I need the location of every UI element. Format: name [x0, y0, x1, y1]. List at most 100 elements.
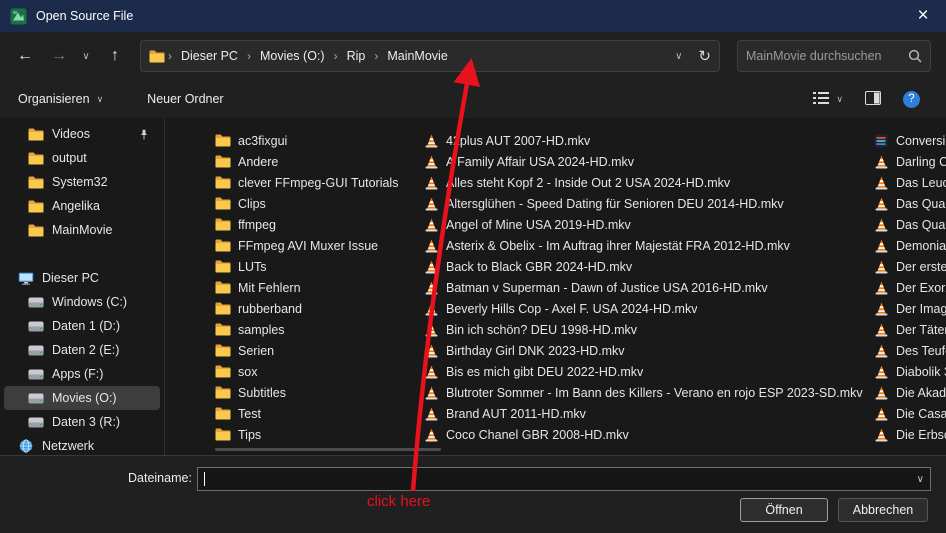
- sidebar-item-dieser-pc[interactable]: Dieser PC: [4, 266, 160, 290]
- file-item[interactable]: Birthday Girl DNK 2023-HD.mkv: [423, 340, 871, 361]
- help-button[interactable]: ?: [903, 90, 920, 108]
- sidebar-item-videos[interactable]: Videos: [4, 122, 160, 146]
- folder-icon: [28, 224, 44, 237]
- file-label: Blutroter Sommer - Im Bann des Killers -…: [446, 385, 863, 400]
- folder-item[interactable]: ac3fixgui: [215, 130, 420, 151]
- breadcrumb-segment-movies-o[interactable]: Movies (O:): [252, 49, 333, 63]
- folder-icon: [215, 302, 231, 315]
- preview-pane-button[interactable]: [865, 90, 881, 108]
- folder-item[interactable]: Subtitles: [215, 382, 420, 403]
- folder-item[interactable]: Serien: [215, 340, 420, 361]
- file-item[interactable]: Back to Black GBR 2024-HD.mkv: [423, 256, 871, 277]
- sidebar-item-windows-c[interactable]: Windows (C:): [4, 290, 160, 314]
- file-item[interactable]: Asterix & Obelix - Im Auftrag ihrer Maje…: [423, 235, 871, 256]
- file-label: Bin ich schön? DEU 1998-HD.mkv: [446, 322, 638, 337]
- folder-icon: [149, 50, 165, 63]
- sidebar-item-system32[interactable]: System32: [4, 170, 160, 194]
- back-button[interactable]: ←: [10, 40, 40, 72]
- folder-item[interactable]: samples: [215, 319, 420, 340]
- search-box[interactable]: [737, 40, 931, 72]
- folder-item[interactable]: Test: [215, 403, 420, 424]
- filename-combobox[interactable]: ∨: [197, 467, 931, 491]
- filename-dropdown-chevron-icon[interactable]: ∨: [917, 474, 924, 485]
- file-item[interactable]: Das Quart: [873, 214, 946, 235]
- file-item[interactable]: Conversio: [873, 130, 946, 151]
- breadcrumb: › Dieser PC › Movies (O:) › Rip › MainMovie: [167, 49, 456, 63]
- file-item[interactable]: Diabolik 3: [873, 361, 946, 382]
- folder-item[interactable]: sox: [215, 361, 420, 382]
- filename-input[interactable]: [207, 472, 917, 486]
- folder-item[interactable]: rubberband: [215, 298, 420, 319]
- file-item[interactable]: Beverly Hills Cop - Axel F. USA 2024-HD.…: [423, 298, 871, 319]
- folder-item[interactable]: ffmpeg: [215, 214, 420, 235]
- file-item[interactable]: Bin ich schön? DEU 1998-HD.mkv: [423, 319, 871, 340]
- folder-item[interactable]: LUTs: [215, 256, 420, 277]
- sidebar-item-netzwerk[interactable]: Netzwerk: [4, 434, 160, 455]
- horizontal-scrollbar[interactable]: [215, 448, 441, 451]
- breadcrumb-segment-mainmovie[interactable]: MainMovie: [379, 49, 455, 63]
- close-icon[interactable]: ×: [900, 0, 946, 32]
- breadcrumb-segment-dieser-pc[interactable]: Dieser PC: [173, 49, 246, 63]
- organize-button[interactable]: Organisieren ∨: [18, 92, 103, 106]
- file-item[interactable]: Die Casag: [873, 403, 946, 424]
- sidebar-item-apps-f[interactable]: Apps (F:): [4, 362, 160, 386]
- address-bar[interactable]: › Dieser PC › Movies (O:) › Rip › MainMovie ∨ ↻: [140, 40, 720, 72]
- cancel-button[interactable]: Abbrechen: [838, 498, 928, 522]
- folder-item[interactable]: FFmpeg AVI Muxer Issue: [215, 235, 420, 256]
- sidebar-item-label: Movies (O:): [52, 391, 117, 405]
- cone-icon: [873, 386, 889, 400]
- cone-icon: [423, 239, 439, 253]
- file-item[interactable]: Des Teufel: [873, 340, 946, 361]
- sidebar-item-angelika[interactable]: Angelika: [4, 194, 160, 218]
- file-item[interactable]: Der Täter: [873, 319, 946, 340]
- folder-item[interactable]: Mit Fehlern: [215, 277, 420, 298]
- folder-icon: [215, 323, 231, 336]
- file-item[interactable]: Batman v Superman - Dawn of Justice USA …: [423, 277, 871, 298]
- file-label: Tips: [238, 427, 262, 442]
- file-item[interactable]: Demoniac: [873, 235, 946, 256]
- folder-item[interactable]: Andere: [215, 151, 420, 172]
- file-item[interactable]: Die Erbsch: [873, 424, 946, 445]
- folder-item[interactable]: Clips: [215, 193, 420, 214]
- search-input[interactable]: [746, 49, 902, 63]
- address-dropdown-chevron-icon[interactable]: ∨: [675, 51, 682, 62]
- file-item[interactable]: 42plus AUT 2007-HD.mkv: [423, 130, 871, 151]
- view-mode-chevron-icon: ∨: [836, 93, 843, 104]
- refresh-icon[interactable]: ↻: [698, 47, 711, 65]
- search-icon[interactable]: [908, 49, 922, 63]
- breadcrumb-segment-rip[interactable]: Rip: [339, 49, 374, 63]
- open-button[interactable]: Öffnen: [740, 498, 828, 522]
- sidebar-item-label: System32: [52, 175, 108, 189]
- file-item[interactable]: Brand AUT 2011-HD.mkv: [423, 403, 871, 424]
- file-item[interactable]: Das Leuch: [873, 172, 946, 193]
- file-item[interactable]: Der erste F: [873, 256, 946, 277]
- file-item[interactable]: Coco Chanel GBR 2008-HD.mkv: [423, 424, 871, 445]
- folder-item[interactable]: Tips: [215, 424, 420, 445]
- file-item[interactable]: Der Imagi: [873, 298, 946, 319]
- file-item[interactable]: Der Exorzis: [873, 277, 946, 298]
- file-item[interactable]: A Family Affair USA 2024-HD.mkv: [423, 151, 871, 172]
- new-folder-button[interactable]: Neuer Ordner: [147, 92, 223, 106]
- sidebar-item-output[interactable]: output: [4, 146, 160, 170]
- view-mode-button[interactable]: ∨: [813, 91, 843, 108]
- sidebar-item-mainmovie[interactable]: MainMovie: [4, 218, 160, 242]
- file-item[interactable]: Das Quart: [873, 193, 946, 214]
- folder-item[interactable]: clever FFmpeg-GUI Tutorials: [215, 172, 420, 193]
- details-view-icon: [813, 91, 830, 108]
- sidebar-item-daten-3-r[interactable]: Daten 3 (R:): [4, 410, 160, 434]
- file-item[interactable]: Blutroter Sommer - Im Bann des Killers -…: [423, 382, 871, 403]
- file-item[interactable]: Altersglühen - Speed Dating für Senioren…: [423, 193, 871, 214]
- file-item[interactable]: Die Akade: [873, 382, 946, 403]
- file-item[interactable]: Alles steht Kopf 2 - Inside Out 2 USA 20…: [423, 172, 871, 193]
- forward-button[interactable]: →: [44, 40, 74, 72]
- file-item[interactable]: Bis es mich gibt DEU 2022-HD.mkv: [423, 361, 871, 382]
- sidebar-item-movies-o[interactable]: Movies (O:): [4, 386, 160, 410]
- sidebar-item-daten-1-d[interactable]: Daten 1 (D:): [4, 314, 160, 338]
- up-button[interactable]: ↑: [100, 40, 130, 72]
- file-item[interactable]: Darling Co: [873, 151, 946, 172]
- file-item[interactable]: Angel of Mine USA 2019-HD.mkv: [423, 214, 871, 235]
- recent-locations-chevron-icon[interactable]: ∨: [76, 40, 96, 72]
- file-label: Conversio: [896, 133, 946, 148]
- sidebar-item-daten-2-e[interactable]: Daten 2 (E:): [4, 338, 160, 362]
- app-icon: [10, 8, 27, 25]
